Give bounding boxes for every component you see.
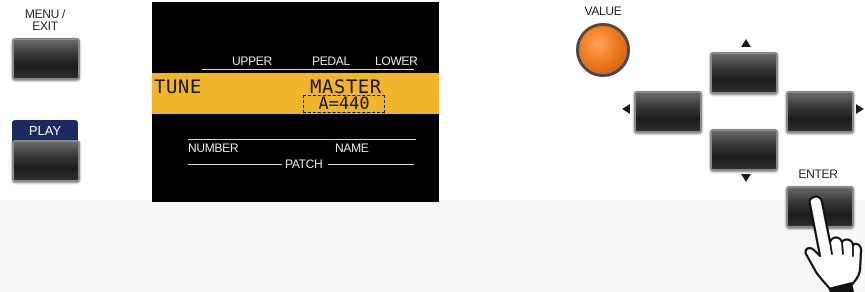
lcd-bottom-rule — [188, 139, 416, 140]
lcd-display: UPPER PEDAL LOWER TUNE MASTER A=440 NUMB… — [152, 2, 439, 202]
menu-exit-label: MENU / EXIT — [10, 8, 80, 32]
arrow-down-icon — [741, 174, 751, 182]
menu-exit-label-line2: EXIT — [32, 19, 58, 33]
play-label: PLAY — [12, 120, 78, 142]
patch-label: PATCH — [285, 157, 323, 171]
up-button[interactable] — [710, 52, 778, 94]
section-label-pedal: PEDAL — [312, 54, 350, 68]
right-button[interactable] — [786, 91, 854, 133]
value-label: VALUE — [584, 4, 622, 18]
number-label: NUMBER — [188, 141, 239, 155]
enter-label: ENTER — [798, 167, 838, 181]
arrow-right-icon — [856, 104, 864, 114]
lcd-left-text: TUNE — [154, 76, 202, 98]
arrow-left-icon — [622, 104, 630, 114]
patch-rule-right — [328, 164, 414, 165]
name-label: NAME — [335, 141, 369, 155]
pointing-hand-icon — [804, 195, 863, 292]
lcd-top-rule — [202, 69, 414, 70]
patch-rule-left — [188, 164, 282, 165]
left-button[interactable] — [634, 91, 702, 133]
value-knob[interactable] — [576, 23, 630, 77]
arrow-up-icon — [741, 39, 751, 47]
section-label-upper: UPPER — [232, 54, 272, 68]
bottom-band — [0, 200, 865, 292]
menu-exit-button[interactable] — [12, 38, 80, 80]
down-button[interactable] — [710, 129, 778, 171]
play-button[interactable] — [12, 140, 80, 182]
lcd-value: A=440 — [303, 95, 385, 113]
section-label-lower: LOWER — [375, 54, 418, 68]
